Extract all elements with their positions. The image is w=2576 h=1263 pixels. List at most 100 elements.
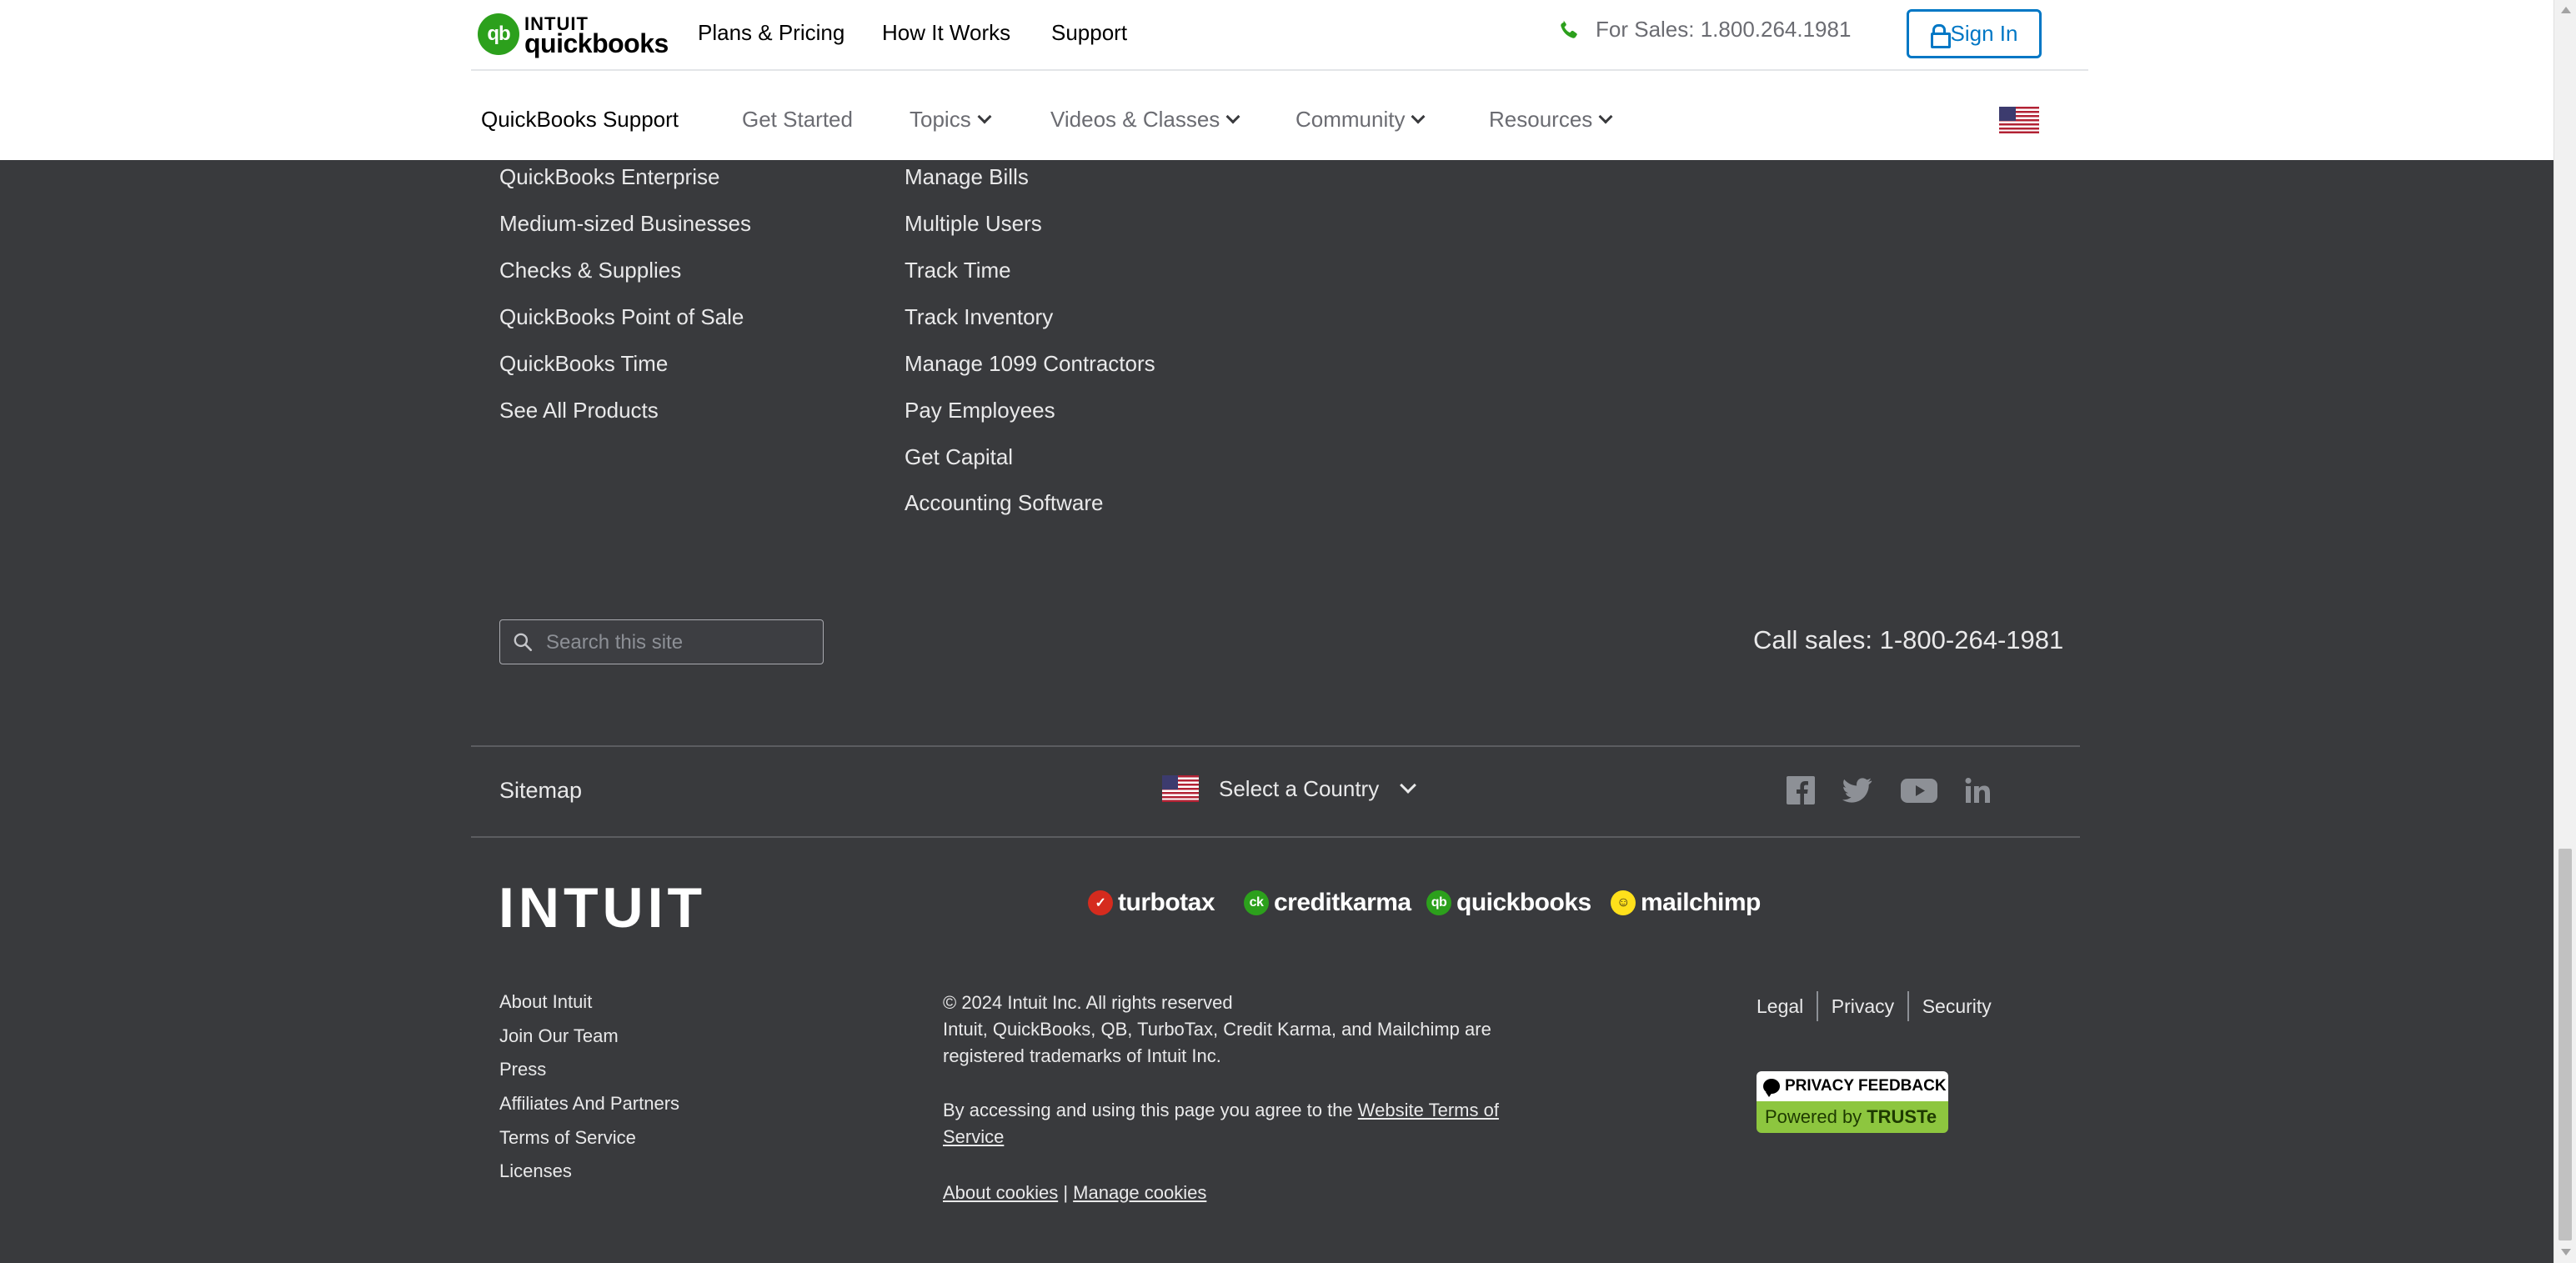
speech-bubble-icon bbox=[1763, 1079, 1780, 1097]
subnav-get-started[interactable]: Get Started bbox=[742, 107, 853, 133]
scrollbar-thumb[interactable] bbox=[2558, 849, 2572, 1240]
brand-name: turbotax bbox=[1118, 889, 1215, 916]
truste-privacy-badge[interactable]: PRIVACY FEEDBACK Powered by TRUSTe bbox=[1757, 1071, 1948, 1133]
country-selector[interactable]: Select a Country bbox=[1162, 775, 1417, 802]
footer-link-affiliates[interactable]: Affiliates And Partners bbox=[499, 1093, 679, 1115]
truste-top-label: PRIVACY FEEDBACK bbox=[1785, 1077, 1947, 1095]
scroll-down-arrow-icon[interactable] bbox=[2561, 1249, 2571, 1255]
copyright-text: © 2024 Intuit Inc. All rights reserved bbox=[943, 992, 1233, 1013]
footer-link-quickbooks-time[interactable]: QuickBooks Time bbox=[499, 351, 668, 377]
quickbooks-icon: qb bbox=[1426, 890, 1451, 915]
footer-link-see-all-products[interactable]: See All Products bbox=[499, 398, 659, 424]
nav-how-it-works[interactable]: How It Works bbox=[882, 20, 1010, 46]
chevron-down-icon bbox=[977, 109, 992, 123]
footer-link-accounting-software[interactable]: Accounting Software bbox=[905, 490, 1103, 516]
brand-name: quickbooks bbox=[1456, 889, 1591, 916]
footer-link-get-capital[interactable]: Get Capital bbox=[905, 444, 1013, 470]
linkedin-icon[interactable] bbox=[1961, 775, 1994, 805]
subnav-topics[interactable]: Topics bbox=[910, 107, 992, 133]
lock-icon bbox=[1930, 23, 1951, 48]
subnav-label: Resources bbox=[1489, 107, 1593, 132]
security-link[interactable]: Security bbox=[1922, 995, 1992, 1018]
chevron-down-icon bbox=[1598, 109, 1613, 123]
subnav-community[interactable]: Community bbox=[1296, 107, 1426, 133]
truste-powered-by: Powered by bbox=[1765, 1106, 1862, 1127]
nav-plans-pricing[interactable]: Plans & Pricing bbox=[698, 20, 844, 46]
footer-link-terms-of-service[interactable]: Terms of Service bbox=[499, 1127, 636, 1149]
footer-divider-top bbox=[471, 745, 2080, 747]
subnav-resources[interactable]: Resources bbox=[1489, 107, 1613, 133]
turbotax-check-icon: ✓ bbox=[1088, 890, 1113, 915]
footer-link-pay-employees[interactable]: Pay Employees bbox=[905, 398, 1055, 424]
subnav-label: QuickBooks Support bbox=[481, 107, 679, 132]
footer-divider-bottom bbox=[471, 836, 2080, 838]
subnav-videos-classes[interactable]: Videos & Classes bbox=[1050, 107, 1240, 133]
subnav-quickbooks-support[interactable]: QuickBooks Support bbox=[481, 107, 679, 133]
footer-link-quickbooks-enterprise[interactable]: QuickBooks Enterprise bbox=[499, 164, 719, 190]
legal-links: Legal Privacy Security bbox=[1757, 991, 1992, 1021]
page-scrollbar[interactable] bbox=[2553, 0, 2576, 1263]
twitter-icon[interactable] bbox=[1840, 775, 1873, 805]
logo-product-text: quickbooks bbox=[524, 28, 669, 58]
site-search[interactable] bbox=[499, 619, 824, 664]
us-flag-icon bbox=[1162, 775, 1199, 802]
scroll-up-arrow-icon[interactable] bbox=[2561, 7, 2571, 13]
sitemap-link[interactable]: Sitemap bbox=[499, 778, 582, 804]
qb-logo-icon: qb bbox=[478, 13, 519, 55]
mailchimp-logo[interactable]: ☺ mailchimp bbox=[1611, 889, 1761, 917]
footer-link-track-inventory[interactable]: Track Inventory bbox=[905, 304, 1053, 330]
creditkarma-logo[interactable]: ck creditkarma bbox=[1244, 889, 1411, 917]
footer-link-licenses[interactable]: Licenses bbox=[499, 1160, 572, 1182]
sales-phone[interactable]: For Sales: 1.800.264.1981 bbox=[1557, 17, 1851, 43]
truste-top: PRIVACY FEEDBACK bbox=[1757, 1071, 1948, 1101]
us-flag-icon[interactable] bbox=[1999, 107, 2039, 133]
site-header: qb INTUIT quickbooks Plans & Pricing How… bbox=[0, 0, 2553, 160]
subnav-label: Videos & Classes bbox=[1050, 107, 1220, 132]
chevron-down-icon bbox=[1400, 777, 1417, 794]
subnav-label: Community bbox=[1296, 107, 1406, 132]
subnav-label: Topics bbox=[910, 107, 971, 132]
call-sales[interactable]: Call sales: 1-800-264-1981 bbox=[1753, 625, 2063, 655]
footer-link-manage-bills[interactable]: Manage Bills bbox=[905, 164, 1029, 190]
brand-name: mailchimp bbox=[1641, 889, 1761, 916]
brand-name: creditkarma bbox=[1274, 889, 1411, 916]
footer-link-join-our-team[interactable]: Join Our Team bbox=[499, 1025, 619, 1047]
trademark-text: Intuit, QuickBooks, QB, TurboTax, Credit… bbox=[943, 1019, 1491, 1066]
header-divider bbox=[471, 69, 2088, 71]
terms-prefix: By accessing and using this page you agr… bbox=[943, 1100, 1353, 1120]
footer-link-checks-supplies[interactable]: Checks & Supplies bbox=[499, 258, 681, 283]
nav-support[interactable]: Support bbox=[1051, 20, 1127, 46]
about-cookies-link[interactable]: About cookies bbox=[943, 1182, 1058, 1203]
quickbooks-logo[interactable]: qb INTUIT quickbooks bbox=[478, 12, 669, 58]
cookie-links: About cookies | Manage cookies bbox=[943, 1180, 1526, 1206]
sign-in-label: Sign In bbox=[1950, 21, 2018, 46]
footer-link-press[interactable]: Press bbox=[499, 1059, 546, 1080]
quickbooks-brand-logo[interactable]: qb quickbooks bbox=[1426, 889, 1591, 917]
manage-cookies-link[interactable]: Manage cookies bbox=[1073, 1182, 1206, 1203]
footer-link-1099-contractors[interactable]: Manage 1099 Contractors bbox=[905, 351, 1155, 377]
subnav-label: Get Started bbox=[742, 107, 853, 132]
search-icon bbox=[514, 633, 533, 652]
footer-link-about-intuit[interactable]: About Intuit bbox=[499, 991, 592, 1013]
sign-in-button[interactable]: Sign In bbox=[1907, 9, 2042, 58]
youtube-icon[interactable] bbox=[1899, 775, 1939, 805]
footer-link-multiple-users[interactable]: Multiple Users bbox=[905, 211, 1042, 237]
legal-divider bbox=[1907, 991, 1909, 1021]
select-country-label: Select a Country bbox=[1219, 775, 1380, 801]
footer-link-track-time[interactable]: Track Time bbox=[905, 258, 1011, 283]
privacy-link[interactable]: Privacy bbox=[1832, 995, 1894, 1018]
sales-phone-text: For Sales: 1.800.264.1981 bbox=[1596, 17, 1852, 42]
truste-bottom: Powered by TRUSTe bbox=[1757, 1101, 1948, 1133]
facebook-icon[interactable] bbox=[1784, 775, 1817, 805]
truste-brand: TRUSTe bbox=[1867, 1106, 1937, 1127]
legal-divider bbox=[1817, 991, 1818, 1021]
legal-link[interactable]: Legal bbox=[1757, 995, 1803, 1018]
intuit-logo[interactable]: INTUIT bbox=[499, 880, 706, 936]
footer-link-medium-businesses[interactable]: Medium-sized Businesses bbox=[499, 211, 751, 237]
header-top-bar: qb INTUIT quickbooks Plans & Pricing How… bbox=[0, 0, 2553, 70]
terms-notice: By accessing and using this page you agr… bbox=[943, 1097, 1526, 1150]
search-input[interactable] bbox=[546, 630, 813, 655]
cookie-divider: | bbox=[1063, 1182, 1074, 1203]
footer-link-point-of-sale[interactable]: QuickBooks Point of Sale bbox=[499, 304, 744, 330]
turbotax-logo[interactable]: ✓ turbotax bbox=[1088, 889, 1215, 917]
